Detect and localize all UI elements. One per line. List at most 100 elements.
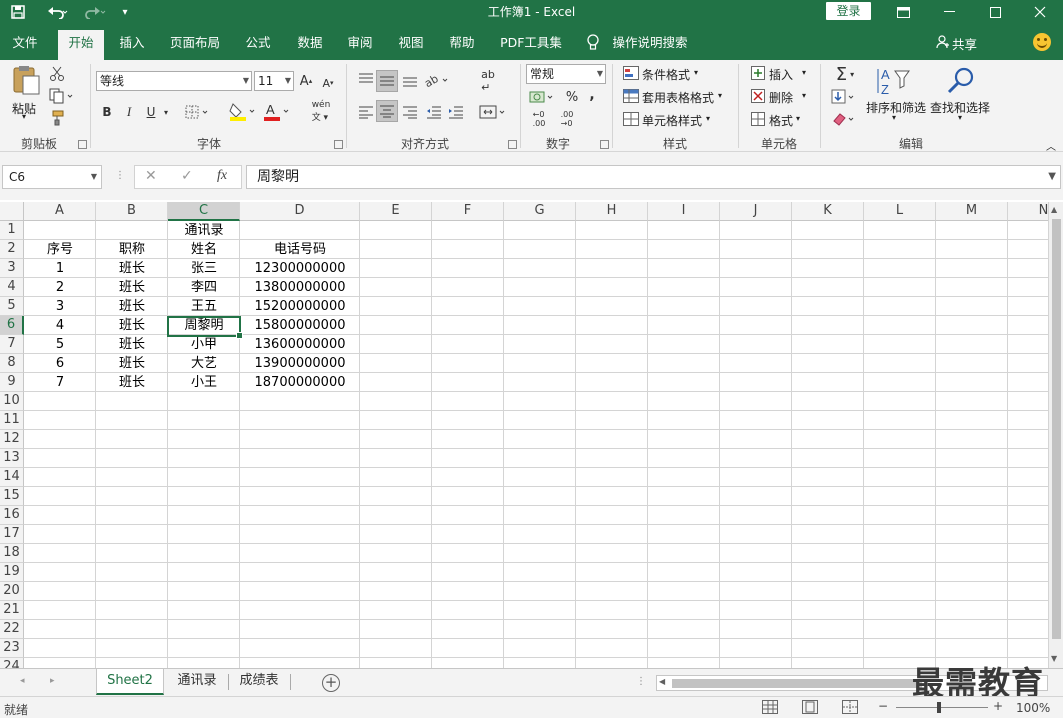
- table-cell[interactable]: 班长: [96, 335, 168, 354]
- scroll-tabs-right-icon[interactable]: ▸: [50, 676, 55, 686]
- vertical-dots-icon[interactable]: ⋮: [636, 676, 646, 687]
- column-header-m[interactable]: M: [936, 202, 1008, 221]
- tab-help[interactable]: 帮助: [440, 30, 484, 60]
- table-cell[interactable]: 小甲: [168, 335, 240, 354]
- share-button[interactable]: 共享: [952, 34, 977, 53]
- zoom-slider-track[interactable]: [896, 707, 988, 708]
- maximize-icon[interactable]: [972, 0, 1018, 24]
- increase-font-size-icon[interactable]: A ▴: [298, 71, 314, 91]
- minimize-icon[interactable]: [926, 0, 972, 24]
- row-header-21[interactable]: 21: [0, 601, 24, 620]
- header-cell[interactable]: 电话号码: [240, 240, 360, 259]
- autosum-icon[interactable]: Σ ▾: [830, 64, 860, 85]
- row-header-7[interactable]: 7: [0, 335, 24, 354]
- cancel-icon[interactable]: ✕: [145, 168, 157, 184]
- smiley-feedback-icon[interactable]: [1033, 33, 1051, 51]
- zoom-in-icon[interactable]: +: [993, 699, 1003, 713]
- paste-icon[interactable]: [10, 64, 42, 96]
- worksheet-grid[interactable]: ABCDEFGHIJKLMN 1 2 3 4 5 6 7 8 9 10 11 12 13 14 15 16 17…: [0, 202, 1048, 668]
- row-header-6[interactable]: 6: [0, 316, 24, 335]
- phonetic-guide-icon[interactable]: wén 文 ▾: [304, 100, 338, 123]
- column-header-c[interactable]: C: [168, 202, 240, 221]
- font-launcher-icon[interactable]: [334, 140, 343, 149]
- table-cell[interactable]: 王五: [168, 297, 240, 316]
- increase-decimal-icon[interactable]: ←0.00: [528, 110, 550, 128]
- decrease-decimal-icon[interactable]: .00 →0: [556, 110, 578, 128]
- tab-review[interactable]: 审阅: [338, 30, 382, 60]
- zoom-out-icon[interactable]: −: [878, 699, 888, 713]
- conditional-formatting-icon[interactable]: [622, 65, 640, 81]
- table-cell[interactable]: 4: [24, 316, 96, 335]
- insert-cells-button[interactable]: 插入: [769, 66, 793, 83]
- row-header-10[interactable]: 10: [0, 392, 24, 411]
- italic-button[interactable]: I: [122, 102, 136, 122]
- redo-icon[interactable]: [82, 2, 110, 22]
- fill-color-icon[interactable]: [228, 100, 260, 122]
- conditional-formatting-button[interactable]: 条件格式: [642, 66, 690, 83]
- sheet-tab-grades[interactable]: 成绩表: [230, 669, 288, 695]
- sheet-title-cell[interactable]: 通讯录: [168, 221, 240, 240]
- column-header-k[interactable]: K: [792, 202, 864, 221]
- save-icon[interactable]: [8, 2, 28, 22]
- chevron-down-icon[interactable]: ▾: [718, 91, 722, 100]
- scroll-thumb[interactable]: [1052, 219, 1061, 639]
- sheet-tab-sheet2[interactable]: Sheet2: [96, 669, 164, 695]
- row-header-1[interactable]: 1: [0, 221, 24, 240]
- underline-dropdown-icon[interactable]: ▾: [160, 102, 172, 122]
- accounting-format-icon[interactable]: [528, 88, 558, 106]
- row-header-9[interactable]: 9: [0, 373, 24, 392]
- table-cell[interactable]: 李四: [168, 278, 240, 297]
- tab-formulas[interactable]: 公式: [236, 30, 280, 60]
- scroll-thumb[interactable]: [672, 679, 922, 688]
- format-as-table-button[interactable]: 套用表格格式: [642, 89, 714, 106]
- vertical-dots-icon[interactable]: ⋮: [115, 170, 125, 181]
- wrap-text-icon[interactable]: ab ↵: [478, 68, 498, 94]
- page-layout-view-icon[interactable]: [802, 700, 818, 714]
- row-header-16[interactable]: 16: [0, 506, 24, 525]
- tab-pdf-tools[interactable]: PDF工具集: [494, 30, 568, 60]
- table-cell[interactable]: 13800000000: [240, 278, 360, 297]
- tell-me-search[interactable]: 操作说明搜索: [608, 30, 692, 60]
- row-header-13[interactable]: 13: [0, 449, 24, 468]
- clipboard-launcher-icon[interactable]: [78, 140, 87, 149]
- table-cell[interactable]: 大艺: [168, 354, 240, 373]
- percent-style-button[interactable]: %: [564, 88, 580, 106]
- row-header-20[interactable]: 20: [0, 582, 24, 601]
- table-cell[interactable]: 班长: [96, 354, 168, 373]
- scroll-up-icon[interactable]: ▲: [1051, 205, 1057, 214]
- format-painter-icon[interactable]: [48, 110, 66, 126]
- cell-styles-icon[interactable]: [622, 111, 640, 127]
- header-cell[interactable]: 姓名: [168, 240, 240, 259]
- table-cell[interactable]: 班长: [96, 278, 168, 297]
- table-cell[interactable]: 12300000000: [240, 259, 360, 278]
- row-header-8[interactable]: 8: [0, 354, 24, 373]
- undo-icon[interactable]: [44, 2, 72, 22]
- column-header-h[interactable]: H: [576, 202, 648, 221]
- table-cell[interactable]: 18700000000: [240, 373, 360, 392]
- clear-icon[interactable]: [830, 110, 860, 128]
- tab-insert[interactable]: 插入: [110, 30, 154, 60]
- tab-data[interactable]: 数据: [288, 30, 332, 60]
- font-color-icon[interactable]: A: [262, 100, 294, 122]
- chevron-down-icon[interactable]: ▾: [796, 114, 800, 123]
- header-cell[interactable]: 序号: [24, 240, 96, 259]
- vertical-scrollbar[interactable]: ▲ ▼: [1048, 202, 1063, 668]
- table-cell[interactable]: 15800000000: [240, 316, 360, 335]
- align-center-icon[interactable]: [376, 100, 398, 122]
- close-icon[interactable]: [1017, 0, 1063, 24]
- column-header-d[interactable]: D: [240, 202, 360, 221]
- collapse-ribbon-icon[interactable]: ︿: [1046, 138, 1056, 153]
- column-header-n[interactable]: N: [1008, 202, 1048, 221]
- row-header-22[interactable]: 22: [0, 620, 24, 639]
- chevron-down-icon[interactable]: ▾: [706, 114, 710, 123]
- login-button[interactable]: 登录: [826, 2, 871, 20]
- sort-filter-icon[interactable]: AZ: [874, 64, 914, 98]
- tab-page-layout[interactable]: 页面布局: [162, 30, 228, 60]
- chevron-down-icon[interactable]: ▾: [802, 91, 806, 100]
- row-header-11[interactable]: 11: [0, 411, 24, 430]
- orientation-icon[interactable]: ab: [424, 70, 454, 90]
- chevron-down-icon[interactable]: ▾: [892, 113, 896, 122]
- table-cell[interactable]: 班长: [96, 316, 168, 335]
- row-header-12[interactable]: 12: [0, 430, 24, 449]
- scroll-tabs-left-icon[interactable]: ◂: [20, 676, 25, 686]
